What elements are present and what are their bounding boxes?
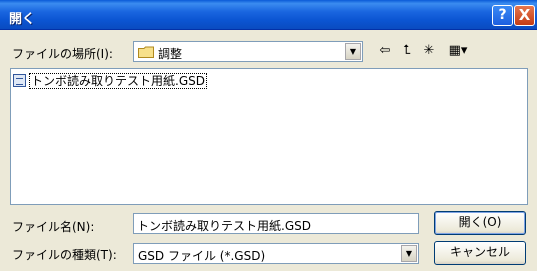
filetype-combo[interactable]: GSD ファイル (*.GSD) ▼ — [133, 243, 419, 264]
close-button[interactable]: X — [514, 5, 535, 26]
filename-label: ファイル名(N): — [12, 220, 95, 234]
up-folder-icon[interactable]: ⮤ — [397, 41, 417, 61]
filetype-label: ファイルの種類(T): — [12, 248, 117, 262]
location-value: 調整 — [158, 47, 183, 61]
list-item[interactable]: トンボ読み取りテスト用紙.GSD — [13, 72, 207, 89]
new-folder-icon[interactable]: ✳ — [419, 41, 439, 61]
file-item-label: トンボ読み取りテスト用紙.GSD — [29, 73, 207, 89]
file-list[interactable]: トンボ読み取りテスト用紙.GSD — [10, 68, 528, 205]
filetype-dropdown-button[interactable]: ▼ — [401, 245, 417, 262]
title-bar[interactable]: 開く ? X — [0, 0, 537, 30]
open-button[interactable]: 開く(O) — [434, 211, 526, 235]
view-menu-icon[interactable]: ▦▾ — [445, 41, 471, 61]
gsd-file-icon — [13, 74, 26, 87]
location-dropdown-button[interactable]: ▼ — [345, 43, 361, 60]
window-title: 開く — [9, 12, 36, 27]
location-combo[interactable]: 調整 ▼ — [133, 41, 363, 62]
folder-icon — [138, 46, 154, 58]
help-button[interactable]: ? — [492, 5, 513, 26]
cancel-button[interactable]: キャンセル — [434, 241, 526, 265]
location-label: ファイルの場所(I): — [12, 47, 113, 61]
filetype-value: GSD ファイル (*.GSD) — [138, 249, 266, 263]
back-arrow-icon[interactable]: ⇦ — [375, 41, 395, 61]
filename-input[interactable]: トンボ読み取りテスト用紙.GSD — [133, 213, 419, 234]
